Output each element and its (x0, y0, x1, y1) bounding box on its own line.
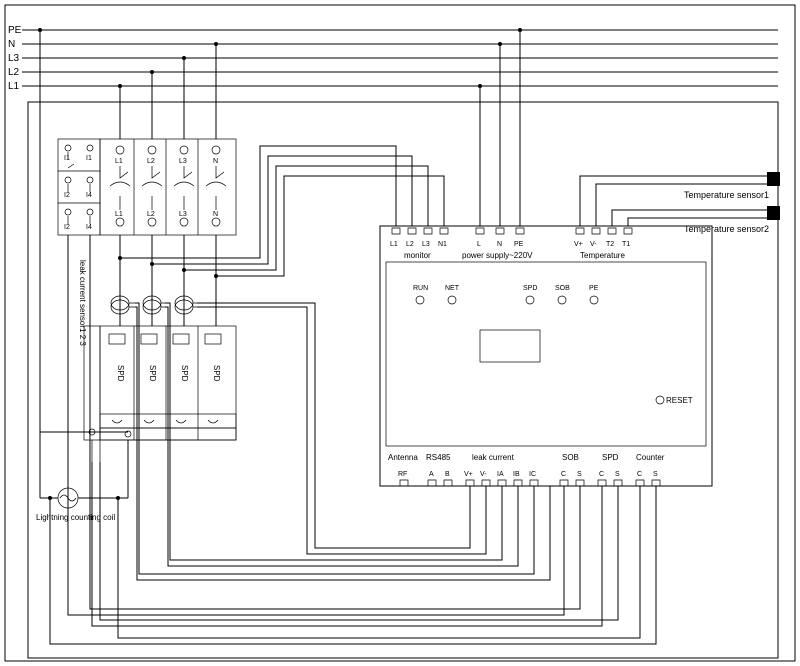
monitor-screen (480, 330, 540, 362)
busbar-l2-label: L2 (8, 67, 20, 78)
aux-i1b-label: I1 (86, 155, 92, 162)
aux-contact-block: I1 I1 I2 I4 I2 I4 (58, 139, 100, 235)
term-ib-label: IB (513, 471, 520, 478)
spd-aux-block (84, 326, 100, 462)
group-rs485-label: RS485 (426, 453, 451, 462)
term-n-label: N (497, 241, 502, 248)
aux-i2b-label: I2 (64, 224, 70, 231)
breaker-top-l1-label: L1 (115, 158, 123, 165)
led-net-label: NET (445, 285, 460, 292)
term-s3-label: S (653, 471, 658, 478)
wiring-diagram: .ln{stroke:#000;stroke-width:1;fill:none… (0, 0, 800, 666)
group-power-label: power supply~220V (462, 251, 533, 260)
breaker-bot-l2-label: L2 (147, 211, 155, 218)
aux-i4a-label: I4 (86, 192, 92, 199)
term-bvp-label: V+ (464, 471, 473, 478)
term-c2-label: C (599, 471, 604, 478)
term-t2-label: T2 (606, 241, 614, 248)
term-n1-label: N1 (438, 241, 447, 248)
breaker-bot-l3-label: L3 (179, 211, 187, 218)
breaker-top-n-label: N (213, 158, 218, 165)
aux-i1a-label: I1 (64, 155, 70, 162)
temperature-sensors: Temperature sensor1 Temperature sensor2 (580, 172, 780, 234)
temp-sensor2-icon (767, 206, 780, 220)
group-counter-label: Counter (636, 453, 665, 462)
spd-aux-wires (92, 462, 618, 626)
leak-sensor-label: leak current sensor1 2 3 (78, 260, 87, 346)
term-vp-label: V+ (574, 241, 583, 248)
lightning-coil-label: Lightning counting coil (36, 513, 115, 522)
main-breaker: L1 L2 L3 N L1 L2 L3 N (100, 139, 236, 235)
diagram-frame (5, 5, 795, 661)
term-s2-label: S (615, 471, 620, 478)
spd4-label: SPD (212, 365, 221, 382)
busbar-n-label: N (8, 39, 15, 50)
term-bvm-label: V- (480, 471, 487, 478)
term-vm-label: V- (590, 241, 597, 248)
panel-frame (28, 102, 778, 658)
group-temp-label: Temperature (580, 251, 625, 260)
reset-button-icon (656, 396, 664, 404)
busbar-l1-label: L1 (8, 81, 20, 92)
aux-i4b-label: I4 (86, 224, 92, 231)
group-antenna-label: Antenna (388, 453, 418, 462)
led-sob-label: SOB (555, 285, 570, 292)
led-spd-label: SPD (523, 285, 537, 292)
term-l2-label: L2 (406, 241, 414, 248)
term-s1-label: S (577, 471, 582, 478)
group-spd-label: SPD (602, 453, 619, 462)
group-leak-label: leak current (472, 453, 515, 462)
term-a-label: A (429, 471, 434, 478)
breaker-top-l3-label: L3 (179, 158, 187, 165)
busbars: PE N L3 L2 L1 (8, 25, 778, 92)
spd3-label: SPD (180, 365, 189, 382)
temp-sensor2-label: Temperature sensor2 (684, 224, 769, 234)
busbar-pe-label: PE (8, 25, 22, 36)
term-ic-label: IC (529, 471, 536, 478)
leak-current-wires (135, 303, 550, 580)
term-l1-label: L1 (390, 241, 398, 248)
breaker-feed-wires (118, 42, 218, 139)
term-t1-label: T1 (622, 241, 630, 248)
spd2-label: SPD (148, 365, 157, 382)
term-pe-label: PE (514, 241, 524, 248)
term-rf-label: RF (398, 471, 407, 478)
term-ia-label: IA (497, 471, 504, 478)
spd1-label: SPD (116, 365, 125, 382)
term-c3-label: C (637, 471, 642, 478)
busbar-l3-label: L3 (8, 53, 20, 64)
breaker-bot-n-label: N (213, 211, 218, 218)
monitor-feed-wires (118, 146, 444, 278)
term-c1-label: C (561, 471, 566, 478)
term-b-label: B (445, 471, 450, 478)
term-l3-label: L3 (422, 241, 430, 248)
reset-label: RESET (666, 396, 693, 405)
led-pe-label: PE (589, 285, 599, 292)
sob-wires (68, 235, 580, 615)
term-l-label: L (477, 241, 481, 248)
group-monitor-label: monitor (404, 251, 431, 260)
temp-sensor1-icon (767, 172, 780, 186)
breaker-bot-l1-label: L1 (115, 211, 123, 218)
pe-wire (38, 28, 128, 432)
aux-i2a-label: I2 (64, 192, 70, 199)
breaker-top-l2-label: L2 (147, 158, 155, 165)
led-run-label: RUN (413, 285, 428, 292)
monitor-device: L1 L2 L3 N1 L N PE V+ V- T2 T1 monitor p… (380, 226, 712, 486)
temp-sensor1-label: Temperature sensor1 (684, 190, 769, 200)
group-sob-label: SOB (562, 453, 579, 462)
